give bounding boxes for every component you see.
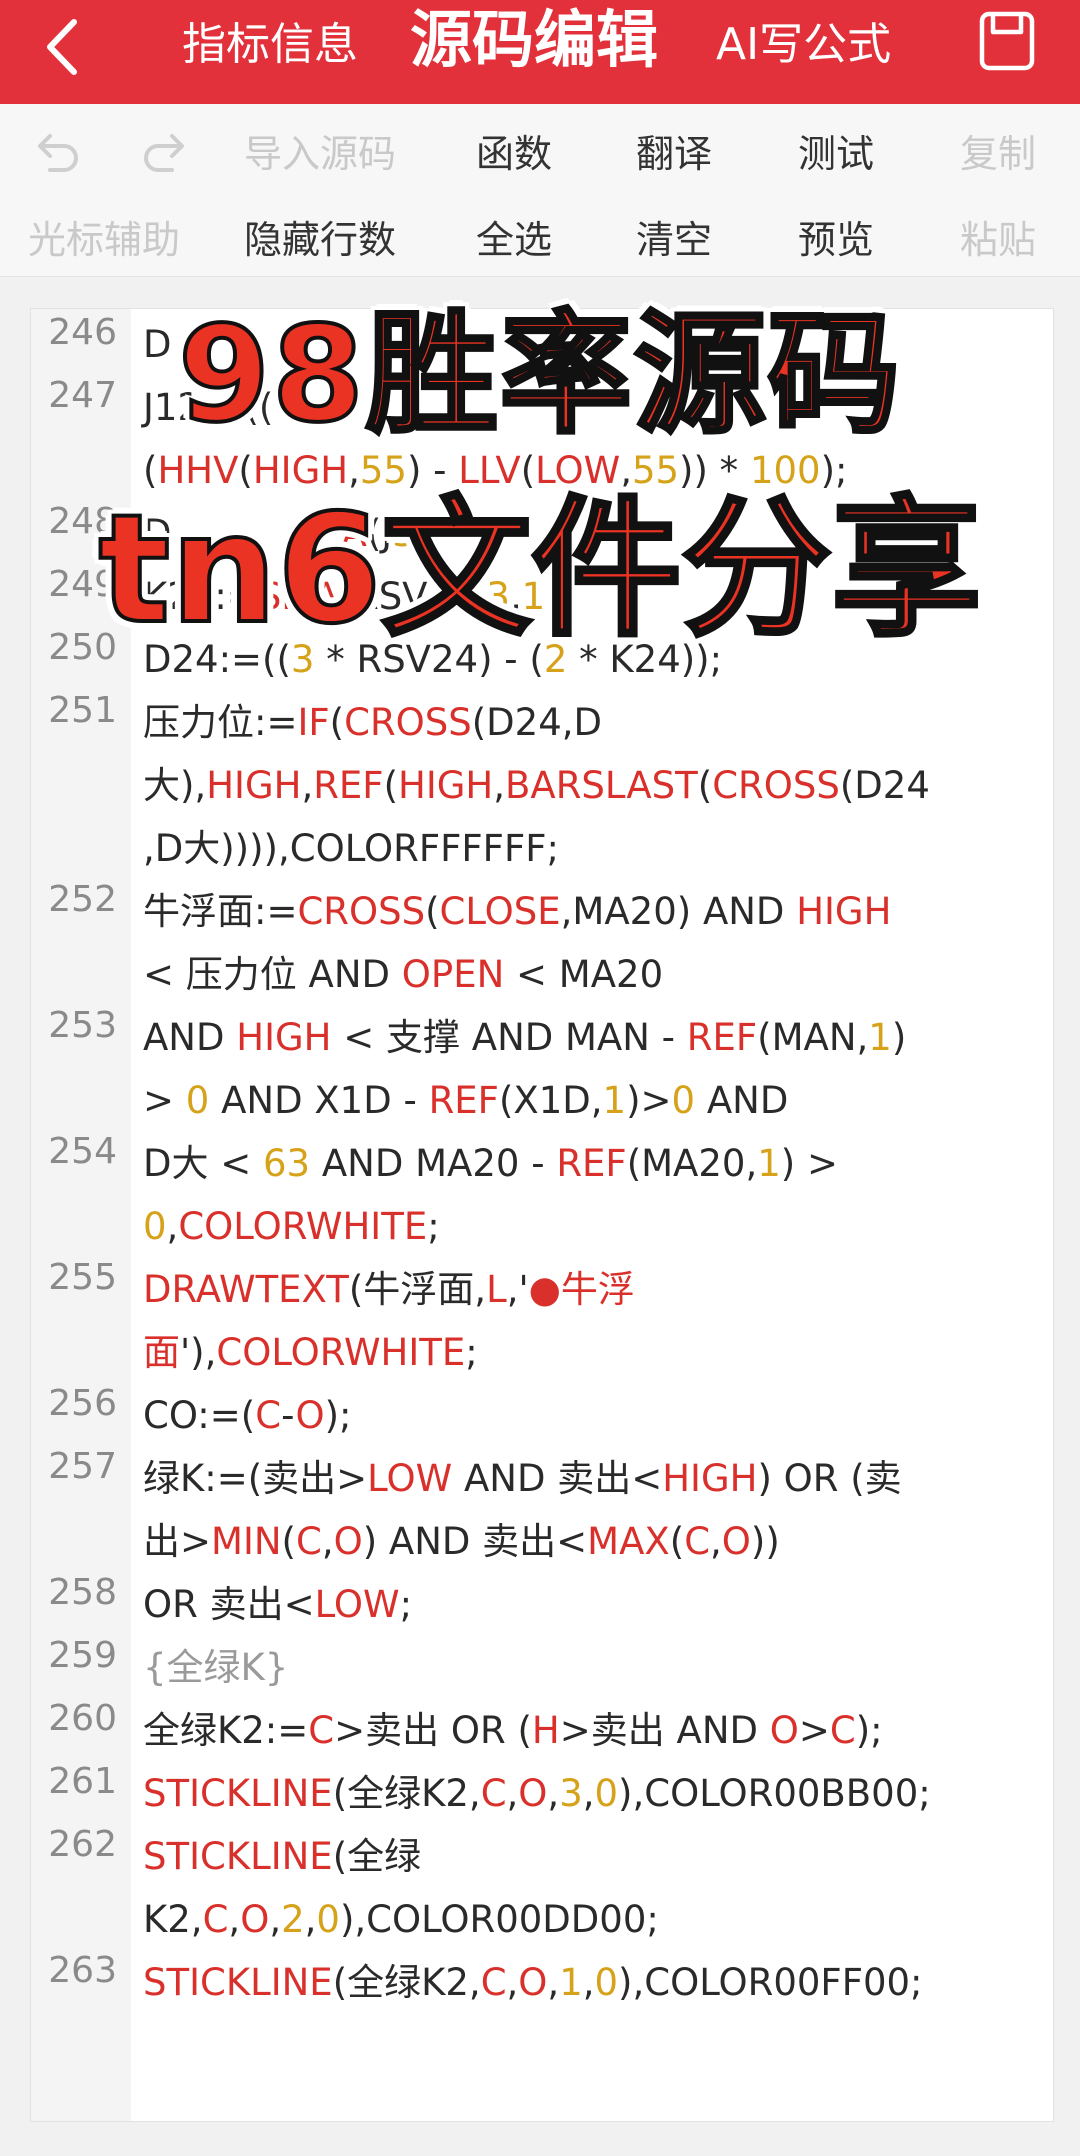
- line-number: 262: [48, 1824, 117, 1865]
- line-number: 258: [48, 1572, 117, 1613]
- line-number: 253: [48, 1005, 117, 1046]
- line-number: 261: [48, 1761, 117, 1802]
- code-text: < 压力位 AND OPEN < MA20: [143, 953, 664, 996]
- preview-button[interactable]: 预览: [798, 210, 874, 270]
- line-number: 256: [48, 1383, 117, 1424]
- line-number: 263: [48, 1950, 117, 1991]
- code-text: 大),HIGH,REF(HIGH,BARSLAST(CROSS(D24: [143, 764, 930, 807]
- code-text: 压力位:=IF(CROSS(D24,D: [143, 701, 603, 744]
- overlay-headline: 98胜率源码: [176, 296, 902, 454]
- tab-ai-formula[interactable]: AI写公式: [716, 0, 891, 90]
- import-source-button[interactable]: 导入源码: [244, 124, 396, 184]
- line-number: 251: [48, 690, 117, 731]
- code-text: > 0 AND X1D - REF(X1D,1)>0 AND: [143, 1079, 789, 1122]
- top-bar: 指标信息 源码编辑 AI写公式: [0, 0, 1080, 104]
- clear-button[interactable]: 清空: [636, 210, 712, 270]
- test-button[interactable]: 测试: [798, 124, 874, 184]
- code-text: 出>MIN(C,O) AND 卖出<MAX(C,O)): [143, 1520, 780, 1563]
- hide-line-numbers-button[interactable]: 隐藏行数: [244, 210, 396, 270]
- tab-source-edit[interactable]: 源码编辑: [410, 0, 658, 90]
- code-text: STICKLINE(全绿: [143, 1835, 422, 1878]
- code-text: STICKLINE(全绿K2,C,O,1,0),COLOR00FF00;: [143, 1961, 923, 2004]
- undo-icon[interactable]: [28, 124, 88, 184]
- code-text: ,D大)))),COLORFFFFFF;: [143, 827, 559, 870]
- code-text: 绿K:=(卖出>LOW AND 卖出<HIGH) OR (卖: [143, 1457, 902, 1500]
- code-text: D大 < 63 AND MA20 - REF(MA20,1) >: [143, 1142, 838, 1185]
- code-text: 面'),COLORWHITE;: [143, 1331, 478, 1374]
- code-text: K2,C,O,2,0),COLOR00DD00;: [143, 1898, 659, 1941]
- code-text: CO:=(C-O);: [143, 1394, 352, 1437]
- back-icon[interactable]: [30, 12, 100, 82]
- copy-button[interactable]: 复制: [960, 124, 1036, 184]
- code-comment: {全绿K}: [143, 1646, 289, 1689]
- editor-toolbar: 导入源码 函数 翻译 测试 复制 光标辅助 隐藏行数 全选 清空 预览 粘贴: [0, 104, 1080, 277]
- save-icon[interactable]: [978, 10, 1036, 72]
- line-number: 252: [48, 879, 117, 920]
- paste-button[interactable]: 粘贴: [960, 210, 1036, 270]
- code-text: 牛浮面:=CROSS(CLOSE,MA20) AND HIGH: [143, 890, 892, 933]
- redo-icon[interactable]: [138, 124, 198, 184]
- code-text: OR 卖出<LOW;: [143, 1583, 413, 1626]
- line-number: 254: [48, 1131, 117, 1172]
- line-number: 255: [48, 1257, 117, 1298]
- code-text: DRAWTEXT(牛浮面,L,'●牛浮: [143, 1268, 635, 1311]
- line-number: 257: [48, 1446, 117, 1487]
- code-text: 全绿K2:=C>卖出 OR (H>卖出 AND O>C);: [143, 1709, 883, 1752]
- code-text: AND HIGH < 支撑 AND MAN - REF(MAN,1): [143, 1016, 907, 1059]
- cursor-assist-button[interactable]: 光标辅助: [28, 210, 180, 270]
- functions-button[interactable]: 函数: [476, 124, 552, 184]
- line-number: 259: [48, 1635, 117, 1676]
- select-all-button[interactable]: 全选: [476, 210, 552, 270]
- line-number: 260: [48, 1698, 117, 1739]
- code-text: STICKLINE(全绿K2,C,O,3,0),COLOR00BB00;: [143, 1772, 931, 1815]
- translate-button[interactable]: 翻译: [636, 124, 712, 184]
- tab-indicator-info[interactable]: 指标信息: [182, 0, 358, 90]
- code-text: 0,COLORWHITE;: [143, 1205, 440, 1248]
- overlay-subheadline: tn6文件分享: [97, 481, 984, 659]
